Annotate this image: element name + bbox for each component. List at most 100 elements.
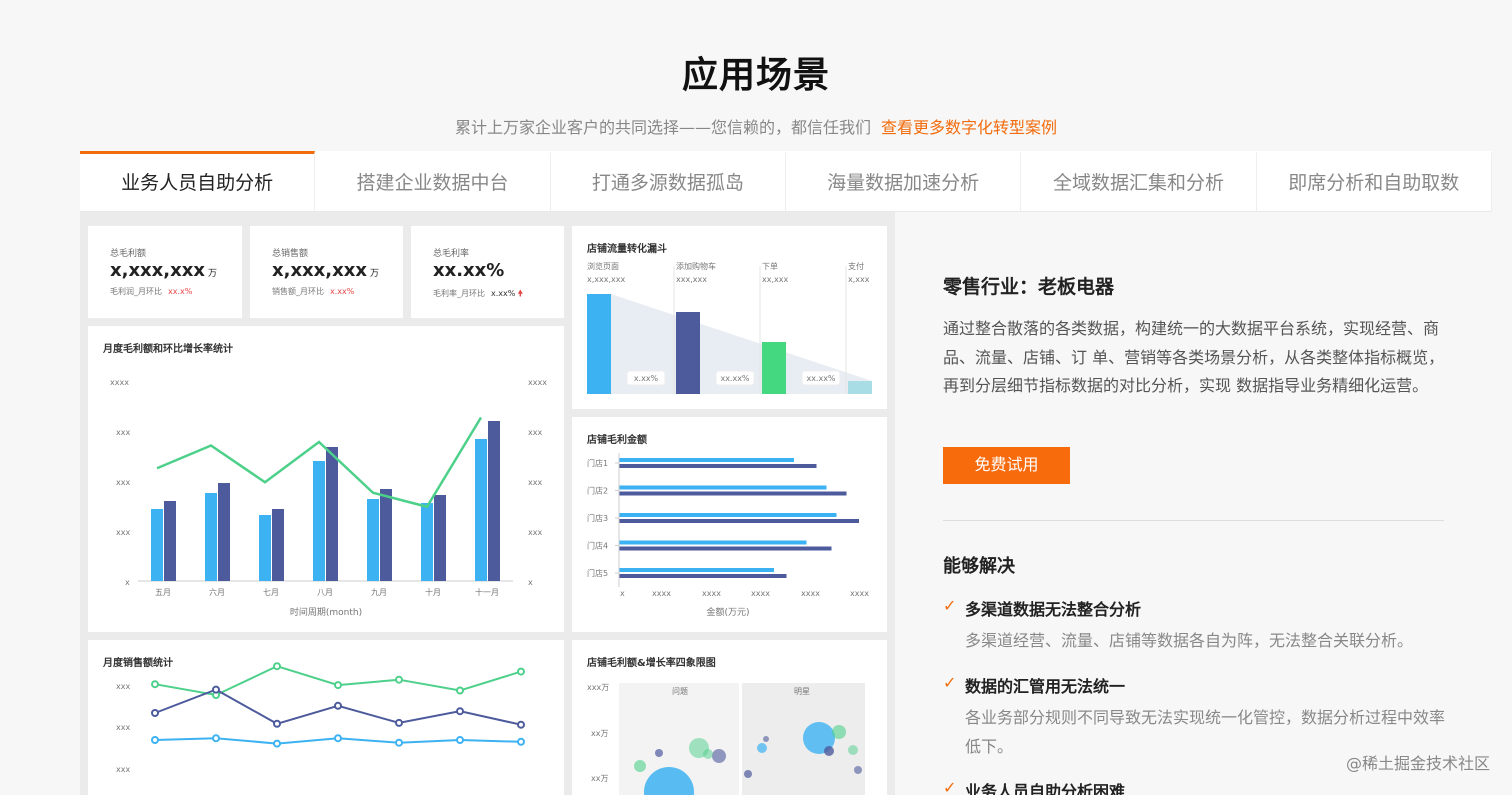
- funnel-bar: [676, 312, 700, 394]
- store-bar-series-2: [619, 491, 847, 496]
- sales-line-point: [334, 734, 342, 743]
- sales-line-point: [456, 707, 464, 716]
- scatter-point: [824, 746, 834, 756]
- free-trial-button[interactable]: 免费试用: [943, 447, 1070, 484]
- divider: [943, 520, 1444, 521]
- sales-line-point: [517, 667, 525, 676]
- store-bar-series-2: [619, 464, 817, 468]
- y-tick-right: xxxx: [528, 378, 547, 387]
- bar-series-1: [475, 439, 487, 581]
- solution-item-title: 业务人员自助分析困难: [965, 782, 1126, 795]
- y-tick-left: xxx: [116, 428, 130, 437]
- tab-massive-data-acceleration[interactable]: 海量数据加速分析: [785, 151, 1022, 211]
- kpi-label: 总毛利率: [433, 249, 470, 259]
- check-icon: ✓: [943, 778, 957, 795]
- sales-line-point: [212, 734, 220, 743]
- x-tick: xxxx: [652, 589, 671, 598]
- funnel-stage-value: x,xxx: [848, 275, 870, 284]
- bar-series-2: [272, 509, 284, 581]
- monthly-profit-card: 月度毛利额和环比增长率统计 xxxx xxx xxx xxx x xxxx xx…: [88, 326, 564, 632]
- kpi-unit: 万: [207, 269, 217, 279]
- solve-title: 能够解决: [943, 556, 1015, 577]
- y-tick-left: xxx: [116, 528, 130, 537]
- scatter-point: [655, 749, 663, 757]
- x-tick: xxxx: [751, 589, 770, 598]
- kpi-unit: 万: [369, 269, 379, 279]
- x-tick: x: [620, 589, 625, 598]
- sales-line-point: [151, 736, 159, 744]
- x-tick: xxxx: [702, 589, 721, 598]
- tab-data-silos[interactable]: 打通多源数据孤岛: [550, 151, 786, 211]
- y-tick: xx万: [591, 729, 608, 738]
- check-icon: ✓: [943, 673, 957, 692]
- funnel-bar: [762, 342, 786, 394]
- funnel-stage-value: x,xxx,xxx: [587, 275, 625, 284]
- bar-series-2: [164, 501, 176, 581]
- arrow-up-icon: 🠝: [517, 289, 524, 299]
- sales-line-point: [334, 681, 342, 690]
- sales-line-point: [395, 718, 403, 727]
- funnel-rate-label: x.xx%: [634, 374, 659, 383]
- bar-series-2: [488, 421, 500, 581]
- kpi-sub-label: 毛利润_月环比: [110, 287, 162, 296]
- store-bar-series-1: [619, 513, 837, 517]
- kpi-number: x,xxx,xxx: [110, 260, 205, 281]
- kpi-card-gross-profit: 总毛利额 x,xxx,xxx 万 毛利润_月环比 xx.x%: [88, 226, 242, 318]
- solution-item-title: 多渠道数据无法整合分析: [965, 600, 1142, 619]
- funnel-stage-label: 浏览页面: [587, 261, 619, 271]
- y-tick-right: x: [528, 578, 533, 587]
- kpi-value: x,xxx,xxx 万: [272, 260, 379, 281]
- scatter-point: [634, 760, 646, 772]
- funnel-rate-label: xx.xx%: [806, 374, 835, 383]
- quadrant-label: 明星: [794, 687, 810, 696]
- more-cases-link[interactable]: 查看更多数字化转型案例: [881, 118, 1057, 137]
- store-bar-series-1: [619, 540, 807, 545]
- solution-item-desc: 多渠道经营、流量、店铺等数据各自为阵，无法整合关联分析。: [965, 631, 1414, 650]
- x-tick-label: 七月: [263, 588, 279, 597]
- page-title: 应用场景: [681, 55, 830, 96]
- bar-series-2: [326, 447, 338, 581]
- funnel-stage-value: xx,xxx: [762, 275, 788, 284]
- kpi-delta: x.xx%: [330, 287, 355, 296]
- tab-data-middle-platform[interactable]: 搭建企业数据中台: [315, 151, 551, 211]
- scatter-point: [832, 725, 846, 739]
- case-description: 通过整合散落的各类数据，构建统一的大数据平台系统，实现经营、商品、流量、店铺、订…: [943, 319, 1445, 395]
- monthly-sales-chart: xxx xxx xxx: [116, 662, 525, 774]
- tab-self-service-analysis[interactable]: 业务人员自助分析: [80, 151, 316, 211]
- x-tick-label: 九月: [371, 588, 387, 597]
- x-tick: xxxx: [801, 589, 820, 598]
- tab-adhoc-analysis[interactable]: 即席分析和自助取数: [1256, 151, 1492, 211]
- bar-series-1: [151, 509, 163, 581]
- funnel-rate-label: xx.xx%: [720, 374, 749, 383]
- kpi-card-sales: 总销售额 x,xxx,xxx 万 销售额_月环比 x.xx%: [250, 226, 403, 318]
- tab-global-data-aggregation[interactable]: 全域数据汇集和分析: [1021, 151, 1257, 211]
- y-tick-label: 门店5: [587, 568, 608, 578]
- scatter-point: [848, 745, 858, 755]
- case-panel: 零售行业：老板电器 通过整合散落的各类数据，构建统一的大数据平台系统，实现经营、…: [895, 212, 1492, 795]
- sales-line-point: [334, 701, 342, 710]
- store-bar-series-1: [619, 485, 827, 490]
- store-profit-chart: x xxxx xxxx xxxx xxxx xxxx 金额(万元) 门店1 门店2…: [587, 453, 869, 618]
- x-tick-label: 十一月: [475, 587, 499, 597]
- subtitle-text: 累计上万家企业客户的共同选择——您信赖的，都信任我们: [454, 118, 871, 137]
- scatter-point: [854, 766, 862, 774]
- y-tick-left: xxx: [116, 478, 130, 487]
- kpi-label: 总销售额: [272, 249, 309, 259]
- bar-series-1: [367, 499, 379, 581]
- bar-series-2: [218, 483, 230, 581]
- kpi-number: x,xxx,xxx: [272, 260, 367, 281]
- y-tick-label: 门店3: [587, 513, 608, 523]
- funnel-chart: 浏览页面 x,xxx,xxx 添加购物车 xxx,xxx 下单 xx,xxx 支…: [587, 261, 872, 394]
- quadrant-chart: 问题 明星 xxx万 xx万 xx万: [587, 683, 865, 795]
- store-bar-series-1: [619, 568, 774, 572]
- store-bar-series-1: [619, 458, 794, 462]
- y-tick: xxx: [116, 723, 130, 732]
- scatter-point: [744, 770, 752, 778]
- bar-series-1: [313, 461, 325, 581]
- funnel-card: 店铺流量转化漏斗 浏览页面 x,xxx,xxx 添加购物车 xxx,xxx 下单…: [572, 226, 887, 409]
- quadrant-label: 问题: [672, 687, 688, 696]
- scenario-tabs: 业务人员自助分析 搭建企业数据中台 打通多源数据孤岛 海量数据加速分析 全域数据…: [80, 151, 1492, 212]
- y-tick-label: 门店2: [587, 486, 608, 496]
- sales-line-point: [517, 720, 525, 729]
- solution-item-title: 数据的汇管用无法统一: [965, 677, 1126, 696]
